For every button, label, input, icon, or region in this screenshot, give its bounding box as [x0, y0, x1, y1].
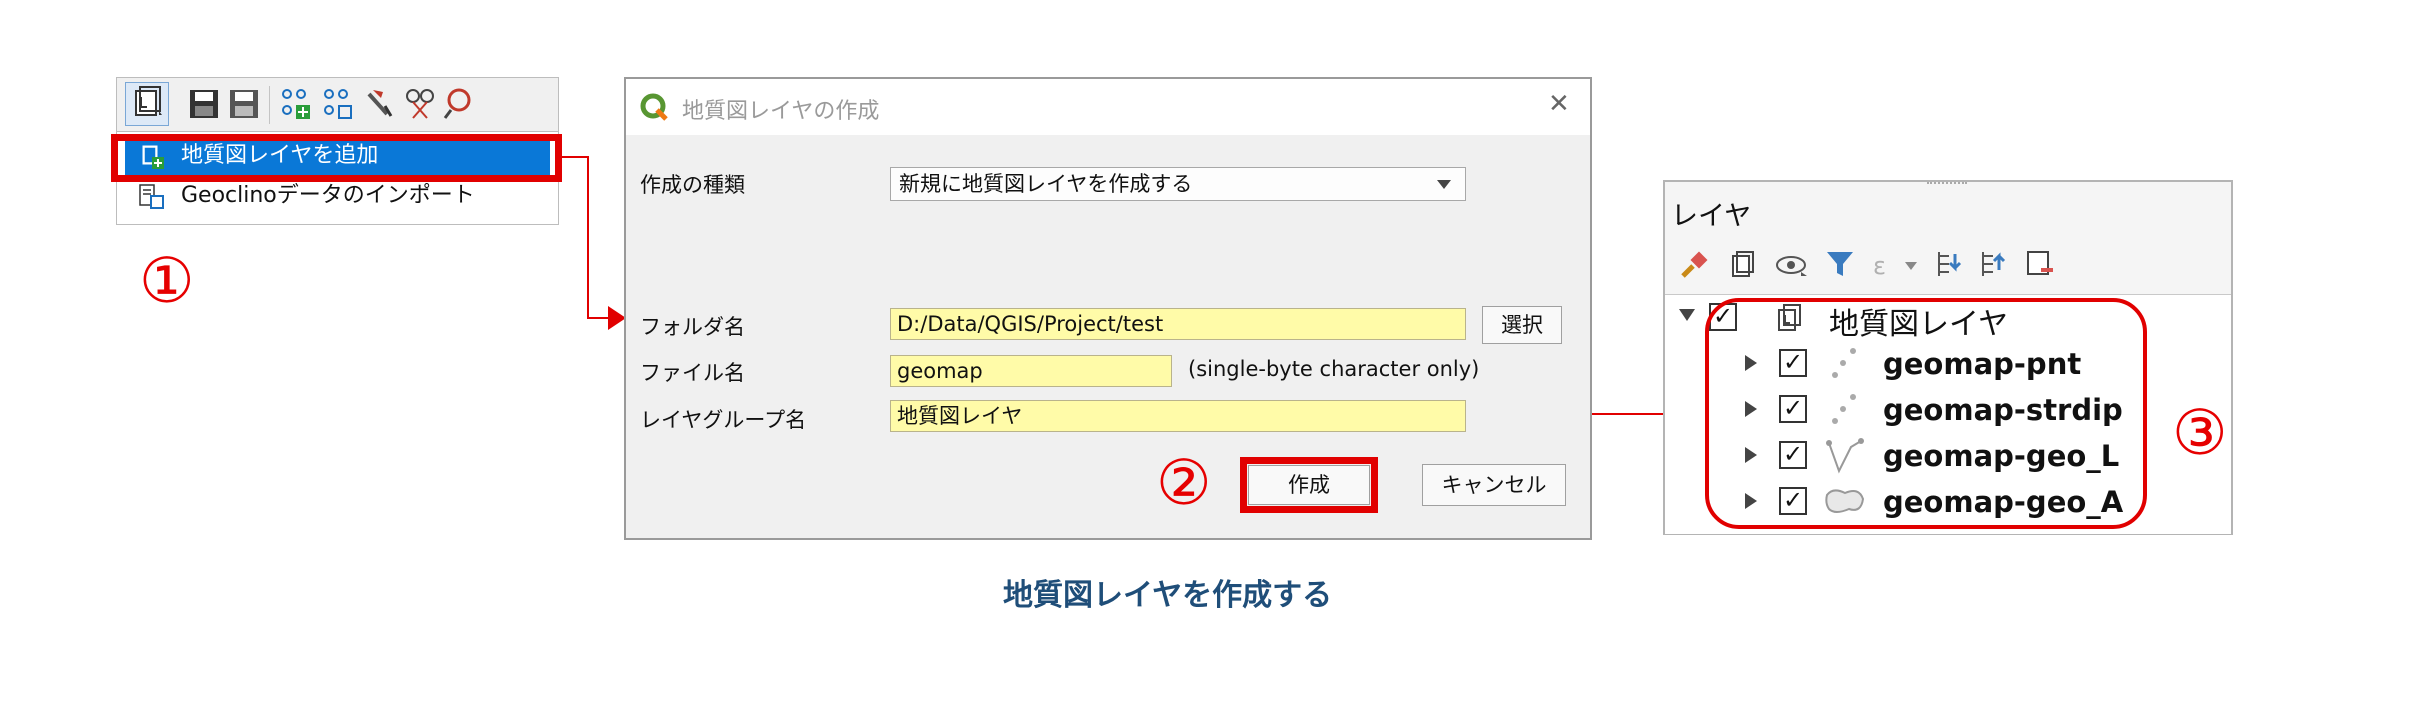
connector-line-1: [559, 156, 612, 319]
file-label: ファイル名: [640, 361, 745, 385]
style-brush-icon[interactable]: [1679, 250, 1709, 280]
layers-panel-title: レイヤ: [1671, 201, 1752, 232]
step-number-3: ③: [2172, 396, 2228, 469]
eye-icon[interactable]: [1775, 252, 1811, 278]
group-field[interactable]: 地質図レイヤ: [890, 400, 1466, 432]
layers-panel: レイヤ ε ✓ 地質図レイヤ ✓ geomap-pnt ✓ geomap-str…: [1663, 180, 2233, 535]
file-note: (single-byte character only): [1188, 357, 1480, 381]
highlight-frame-layers: [1705, 298, 2147, 529]
step-number-2: ②: [1156, 446, 1212, 519]
dialog-title: 地質図レイヤの作成: [682, 99, 880, 124]
add-group-icon[interactable]: [1727, 248, 1757, 280]
qgis-logo-icon: [640, 93, 668, 121]
close-icon[interactable]: ✕: [1548, 89, 1570, 119]
filter-icon[interactable]: [1825, 248, 1855, 280]
expression-filter-icon[interactable]: ε: [1871, 250, 1925, 280]
layers-toolbar: ε: [1665, 238, 2231, 292]
panel-grip[interactable]: [1927, 182, 1967, 188]
select-folder-button[interactable]: 選択: [1482, 306, 1562, 344]
type-select[interactable]: 新規に地質図レイヤを作成する: [890, 167, 1466, 201]
svg-text:ε: ε: [1873, 252, 1886, 280]
figure-caption: 地質図レイヤを作成する: [1003, 578, 1333, 613]
dialog-titlebar: 地質図レイヤの作成 ✕: [626, 79, 1590, 135]
expand-all-icon[interactable]: [1935, 248, 1965, 280]
remove-layer-icon[interactable]: [2025, 248, 2055, 280]
type-select-value: 新規に地質図レイヤを作成する: [899, 172, 1193, 196]
folder-label: フォルダ名: [640, 315, 745, 339]
highlight-frame-create: [1240, 457, 1378, 513]
create-geologic-layer-dialog: 地質図レイヤの作成 ✕ 作成の種類 新規に地質図レイヤを作成する フォルダ名 D…: [624, 77, 1592, 540]
group-label: レイヤグループ名: [640, 408, 807, 432]
cancel-button[interactable]: キャンセル: [1422, 464, 1566, 506]
file-field[interactable]: geomap: [890, 355, 1172, 387]
chevron-down-icon: [1437, 180, 1451, 189]
collapse-all-icon[interactable]: [1979, 248, 2009, 280]
folder-field[interactable]: D:/Data/QGIS/Project/test: [890, 308, 1466, 340]
collapse-arrow-icon[interactable]: [1679, 309, 1695, 321]
type-label: 作成の種類: [640, 173, 745, 197]
